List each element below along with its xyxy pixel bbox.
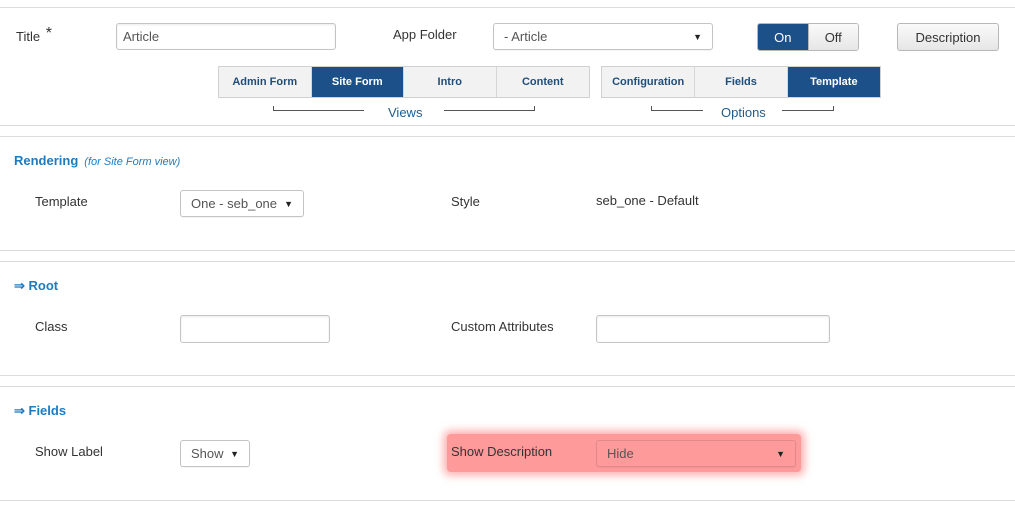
chevron-down-icon: ▼ xyxy=(230,448,239,459)
toggle-off-button[interactable]: Off xyxy=(807,24,858,50)
custom-attributes-label: Custom Attributes xyxy=(451,319,554,334)
description-button[interactable]: Description xyxy=(897,23,999,51)
template-value: One - seb_one xyxy=(191,196,278,211)
app-folder-label: App Folder xyxy=(393,27,457,42)
on-off-toggle: On Off xyxy=(757,23,859,51)
custom-attributes-input[interactable] xyxy=(596,315,830,343)
title-label-text: Title xyxy=(16,29,41,44)
toggle-on-button[interactable]: On xyxy=(758,24,808,50)
tab-intro[interactable]: Intro xyxy=(404,67,497,97)
tab-fields[interactable]: Fields xyxy=(695,67,788,97)
top-divider xyxy=(0,7,1015,8)
app-folder-value: - Article xyxy=(504,29,548,44)
class-label: Class xyxy=(35,319,68,334)
chevron-down-icon: ▼ xyxy=(693,31,702,42)
rendering-section-title: Rendering (for Site Form view) xyxy=(14,153,180,168)
tab-content[interactable]: Content xyxy=(496,67,589,97)
title-input-value: Article xyxy=(123,29,160,44)
show-description-label: Show Description xyxy=(451,444,553,459)
title-input[interactable]: Article xyxy=(116,23,336,50)
show-description-select[interactable]: Hide ▼ xyxy=(596,440,796,467)
show-label-select[interactable]: Show ▼ xyxy=(180,440,250,467)
views-group-label: Views xyxy=(388,105,423,120)
class-input[interactable] xyxy=(180,315,330,343)
options-group-label: Options xyxy=(721,105,766,120)
views-bracket-left xyxy=(273,106,364,111)
views-tabs: Admin Form Site Form Intro Content xyxy=(218,66,590,98)
rendering-subtitle: (for Site Form view) xyxy=(84,156,181,168)
chevron-down-icon: ▼ xyxy=(284,198,293,209)
style-label: Style xyxy=(451,194,480,209)
options-tabs: Configuration Fields Template xyxy=(601,66,881,98)
show-label-label: Show Label xyxy=(35,444,103,459)
tab-configuration[interactable]: Configuration xyxy=(602,67,696,97)
divider xyxy=(0,136,1015,137)
app-folder-select[interactable]: - Article ▼ xyxy=(493,23,713,50)
divider xyxy=(0,500,1015,501)
fields-section-title[interactable]: ⇒ Fields xyxy=(14,403,66,419)
divider xyxy=(0,261,1015,262)
style-value: seb_one - Default xyxy=(596,193,699,208)
title-label: Title * xyxy=(16,25,52,46)
tab-template[interactable]: Template xyxy=(787,67,880,97)
template-select[interactable]: One - seb_one ▼ xyxy=(180,190,304,217)
divider xyxy=(0,125,1015,126)
chevron-down-icon: ▼ xyxy=(776,448,785,459)
divider xyxy=(0,250,1015,251)
show-label-value: Show xyxy=(191,446,224,461)
template-label: Template xyxy=(35,194,88,209)
root-section-title[interactable]: ⇒ Root xyxy=(14,278,58,294)
required-mark: * xyxy=(45,25,52,42)
divider xyxy=(0,375,1015,376)
rendering-title-text: Rendering xyxy=(14,153,79,168)
views-bracket-right xyxy=(444,106,535,111)
divider xyxy=(0,386,1015,387)
show-description-value: Hide xyxy=(607,446,634,461)
tab-site-form[interactable]: Site Form xyxy=(311,67,404,97)
options-bracket-left xyxy=(651,106,703,111)
tab-admin-form[interactable]: Admin Form xyxy=(219,67,312,97)
options-bracket-right xyxy=(782,106,834,111)
